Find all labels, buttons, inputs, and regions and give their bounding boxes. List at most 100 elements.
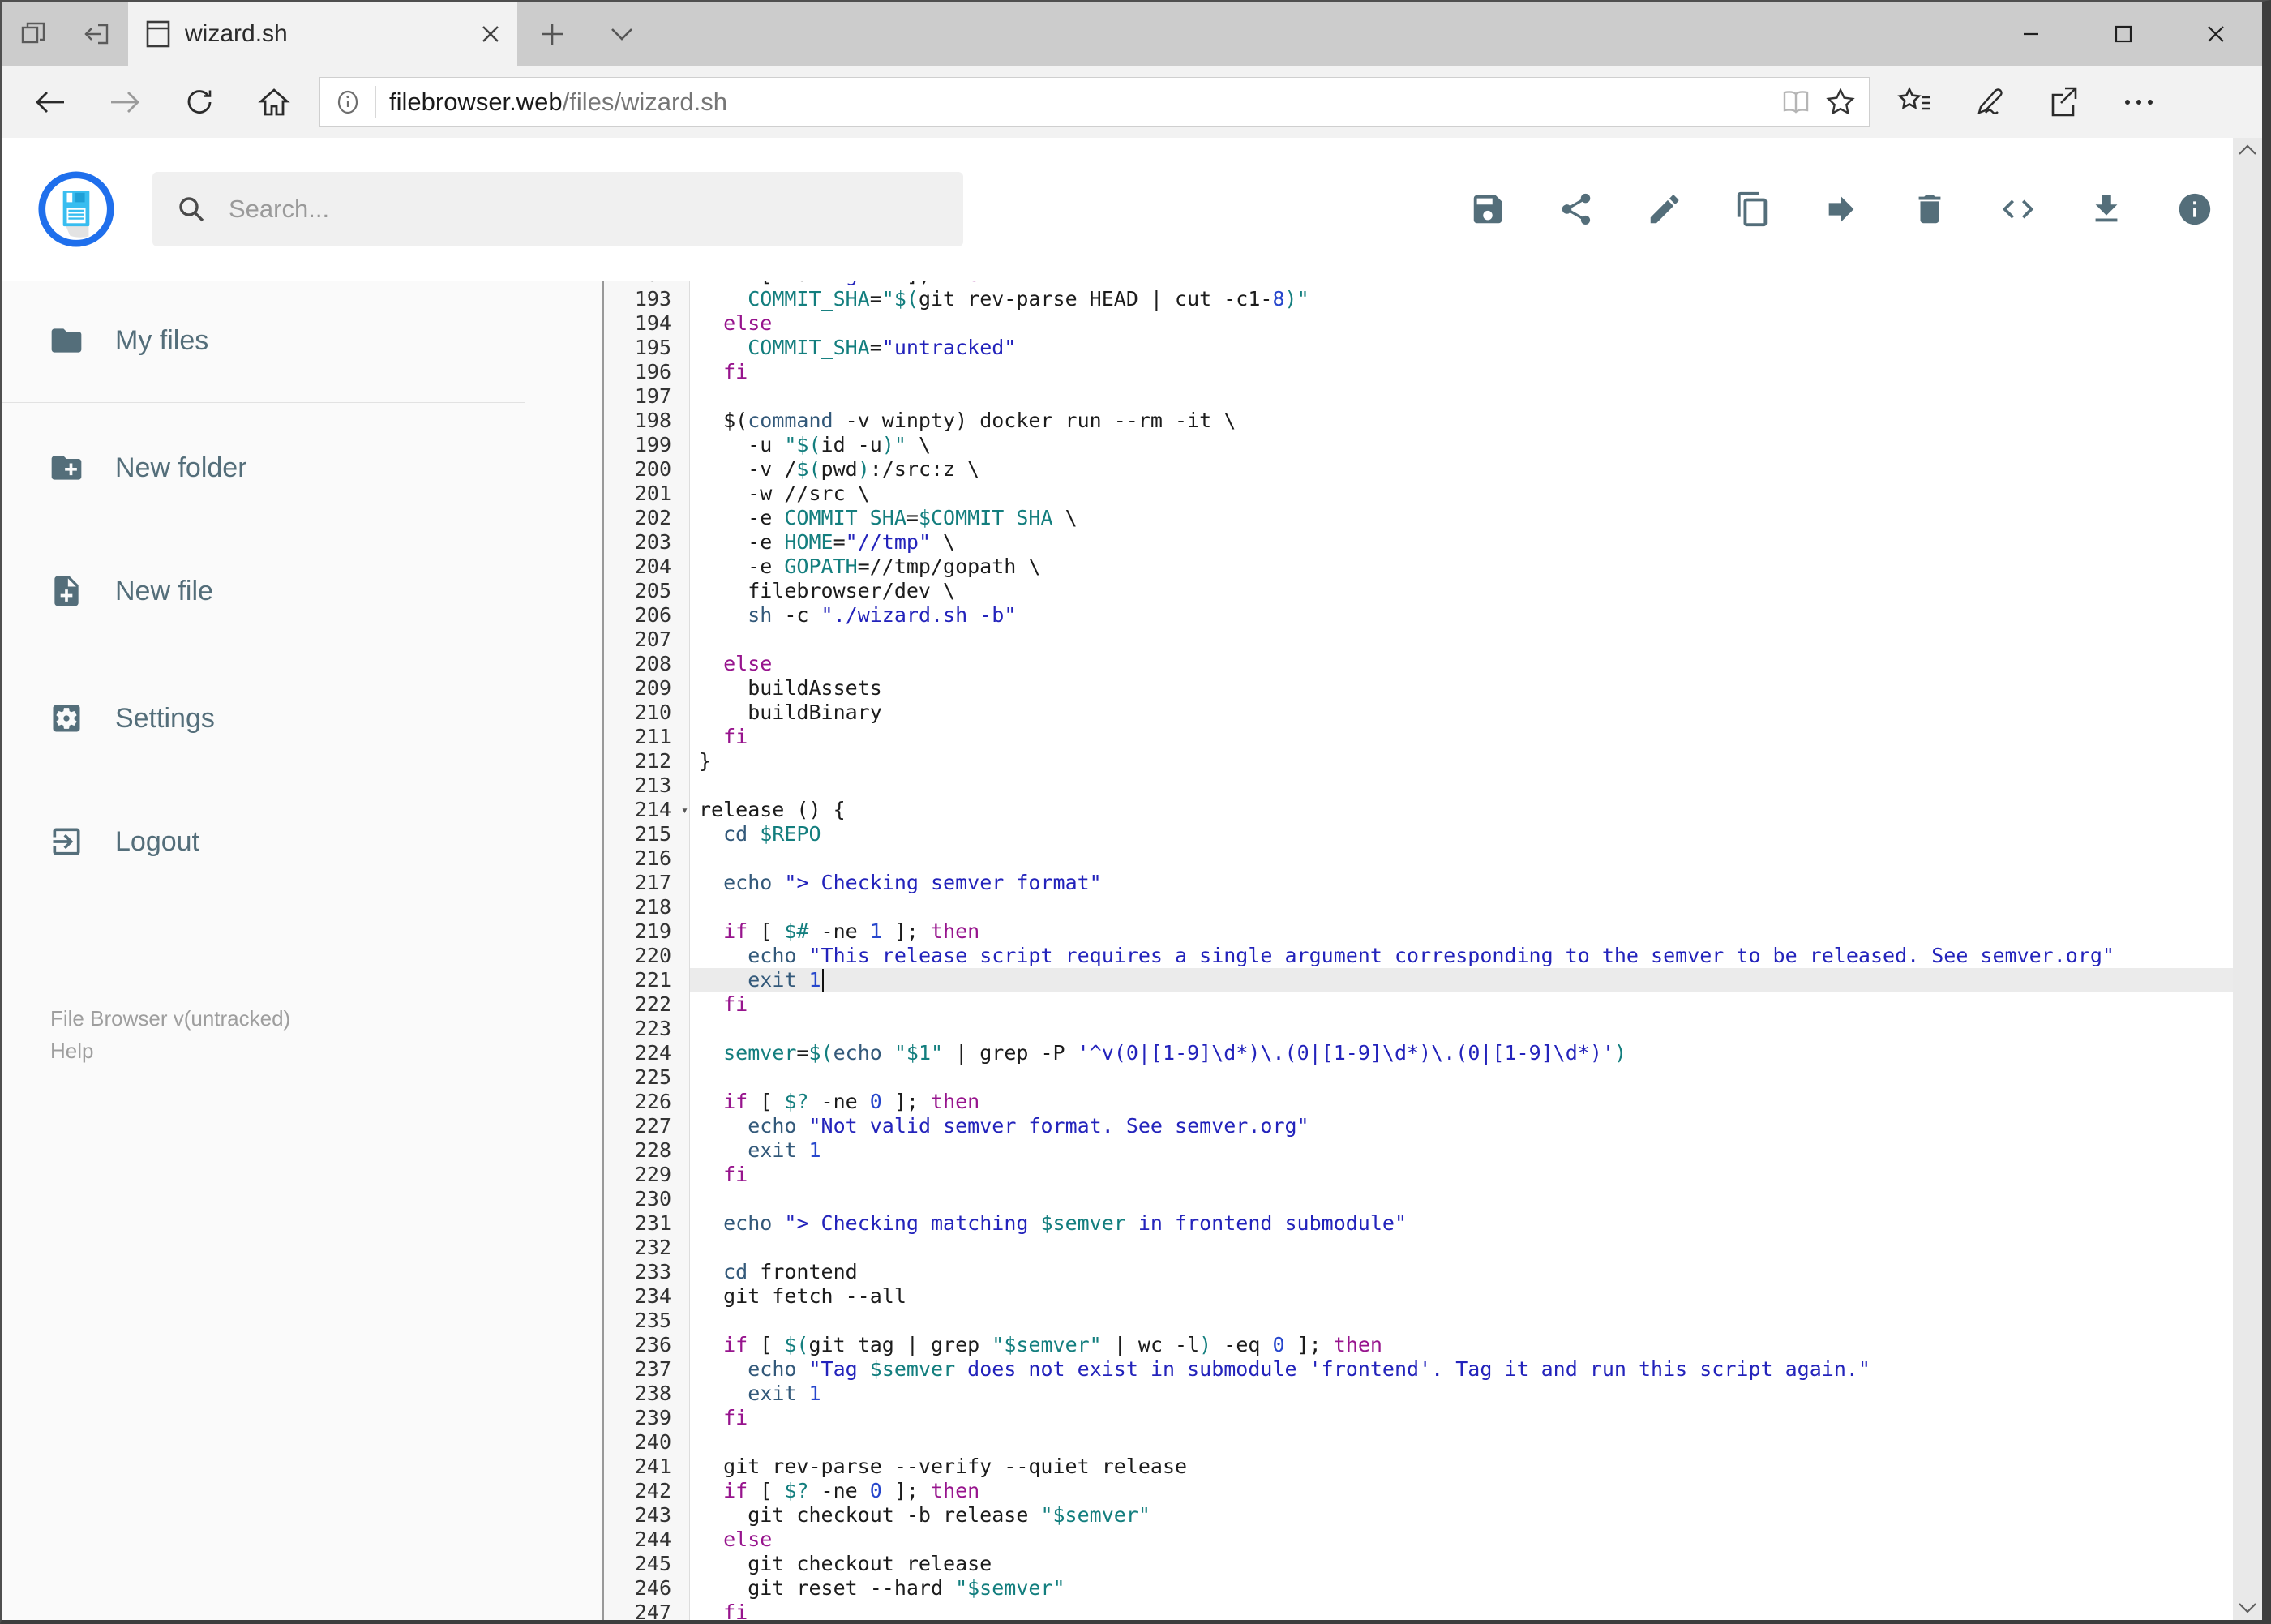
code-text[interactable]: fi [690, 1163, 2233, 1187]
info-button[interactable] [2176, 191, 2213, 228]
save-button[interactable] [1469, 191, 1506, 228]
home-button[interactable] [237, 66, 311, 138]
code-text[interactable] [690, 628, 2233, 652]
share-button[interactable] [1558, 191, 1595, 228]
download-button[interactable] [2088, 191, 2125, 228]
raw-code-button[interactable] [1999, 191, 2037, 228]
code-text[interactable] [690, 773, 2233, 798]
minimize-button[interactable] [1985, 2, 2077, 66]
add-favorite-star-icon[interactable] [1825, 87, 1856, 118]
code-text[interactable]: -e HOME="//tmp" \ [690, 530, 2233, 555]
code-text[interactable]: echo "Tag $semver does not exist in subm… [690, 1357, 2233, 1382]
code-text[interactable]: git checkout -b release "$semver" [690, 1503, 2233, 1528]
code-text[interactable]: if [ $? -ne 0 ]; then [690, 1479, 2233, 1503]
code-text[interactable]: semver=$(echo "$1" | grep -P '^v(0|[1-9]… [690, 1041, 2233, 1065]
code-text[interactable]: -u "$(id -u)" \ [690, 433, 2233, 457]
tab-close-button[interactable] [480, 24, 501, 45]
code-text[interactable]: -w //src \ [690, 482, 2233, 506]
sidebar-item-new-file[interactable]: New file [2, 554, 602, 628]
code-text[interactable]: fi [690, 725, 2233, 749]
vertical-scrollbar[interactable] [2233, 138, 2262, 1620]
close-window-button[interactable] [2170, 2, 2262, 66]
web-note-button[interactable] [1952, 66, 2027, 138]
code-text[interactable]: filebrowser/dev \ [690, 579, 2233, 603]
code-text[interactable]: git fetch --all [690, 1284, 2233, 1309]
code-text[interactable]: git rev-parse --verify --quiet release [690, 1455, 2233, 1479]
code-text[interactable]: $(command -v winpty) docker run --rm -it… [690, 409, 2233, 433]
share-page-button[interactable] [2027, 66, 2102, 138]
address-bar[interactable]: filebrowser.web/files/wizard.sh [319, 77, 1870, 127]
scroll-up-icon[interactable] [2238, 144, 2257, 156]
code-text[interactable] [690, 1017, 2233, 1041]
code-text[interactable]: else [690, 311, 2233, 336]
code-text[interactable]: else [690, 1528, 2233, 1552]
code-text[interactable]: if [ $? -ne 0 ]; then [690, 1090, 2233, 1114]
code-text[interactable]: buildBinary [690, 701, 2233, 725]
code-text[interactable]: exit 1 [690, 1382, 2233, 1406]
code-text[interactable]: git checkout release [690, 1552, 2233, 1576]
back-button[interactable] [13, 66, 88, 138]
delete-button[interactable] [1911, 191, 1948, 228]
code-text[interactable]: if [ -d ".git" ]; then [690, 281, 2233, 287]
code-text[interactable]: git reset --hard "$semver" [690, 1576, 2233, 1600]
code-text[interactable]: if [ $# -ne 1 ]; then [690, 919, 2233, 944]
refresh-button[interactable] [162, 66, 237, 138]
code-text[interactable] [690, 895, 2233, 919]
help-link[interactable]: Help [50, 1035, 602, 1067]
code-text[interactable]: fi [690, 1406, 2233, 1430]
maximize-button[interactable] [2077, 2, 2170, 66]
code-text[interactable]: buildAssets [690, 676, 2233, 701]
sidebar-item-logout[interactable]: Logout [2, 804, 602, 879]
set-tabs-aside-button[interactable] [65, 2, 128, 66]
code-text[interactable]: sh -c "./wizard.sh -b" [690, 603, 2233, 628]
code-text[interactable]: COMMIT_SHA="$(git rev-parse HEAD | cut -… [690, 287, 2233, 311]
code-text[interactable]: cd $REPO [690, 822, 2233, 846]
url-text[interactable]: filebrowser.web/files/wizard.sh [389, 88, 1767, 117]
code-text[interactable]: -e COMMIT_SHA=$COMMIT_SHA \ [690, 506, 2233, 530]
code-text[interactable]: echo "Not valid semver format. See semve… [690, 1114, 2233, 1138]
reading-view-icon[interactable] [1780, 88, 1812, 116]
new-tab-button[interactable] [517, 2, 587, 66]
code-text[interactable]: if [ $(git tag | grep "$semver" | wc -l)… [690, 1333, 2233, 1357]
search-box[interactable] [152, 172, 963, 246]
code-text[interactable]: fi [690, 992, 2233, 1017]
code-text[interactable]: fi [690, 360, 2233, 384]
code-text[interactable] [690, 1187, 2233, 1211]
code-text[interactable]: release () { [690, 798, 2233, 822]
code-editor[interactable]: 192 if [ -d ".git" ]; then193 COMMIT_SHA… [602, 281, 2233, 1620]
code-text[interactable]: echo "> Checking semver format" [690, 871, 2233, 895]
code-text[interactable] [690, 1430, 2233, 1455]
code-text[interactable]: else [690, 652, 2233, 676]
tab-list-dropdown-button[interactable] [587, 2, 657, 66]
search-input[interactable] [229, 195, 941, 224]
settings-more-button[interactable] [2102, 66, 2176, 138]
code-text[interactable]: exit 1 [690, 1138, 2233, 1163]
code-text[interactable] [690, 1309, 2233, 1333]
code-text[interactable] [690, 1065, 2233, 1090]
browser-tab[interactable]: wizard.sh [128, 2, 517, 66]
sidebar-item-settings[interactable]: Settings [2, 681, 602, 756]
copy-button[interactable] [1734, 191, 1772, 228]
code-text[interactable]: } [690, 749, 2233, 773]
code-text[interactable] [690, 846, 2233, 871]
fold-arrow-icon[interactable]: ▾ [681, 798, 688, 822]
scroll-down-icon[interactable] [2238, 1602, 2257, 1613]
code-text[interactable]: exit 1 [690, 968, 2233, 992]
sidebar-item-new-folder[interactable]: New folder [2, 431, 602, 505]
edit-button[interactable] [1646, 191, 1683, 228]
code-text[interactable]: fi [690, 1600, 2233, 1620]
code-text[interactable]: echo "This release script requires a sin… [690, 944, 2233, 968]
code-text[interactable]: -e GOPATH=//tmp/gopath \ [690, 555, 2233, 579]
move-button[interactable] [1823, 191, 1860, 228]
code-text[interactable]: -v /$(pwd):/src:z \ [690, 457, 2233, 482]
code-text[interactable]: COMMIT_SHA="untracked" [690, 336, 2233, 360]
code-text[interactable] [690, 384, 2233, 409]
hub-favorites-button[interactable] [1878, 66, 1952, 138]
site-info-icon[interactable] [333, 88, 362, 117]
code-text[interactable]: echo "> Checking matching $semver in fro… [690, 1211, 2233, 1236]
code-text[interactable]: cd frontend [690, 1260, 2233, 1284]
forward-button[interactable] [88, 66, 162, 138]
filebrowser-logo[interactable] [37, 170, 115, 248]
sidebar-item-my-files[interactable]: My files [2, 303, 602, 378]
tabs-preview-button[interactable] [2, 2, 65, 66]
